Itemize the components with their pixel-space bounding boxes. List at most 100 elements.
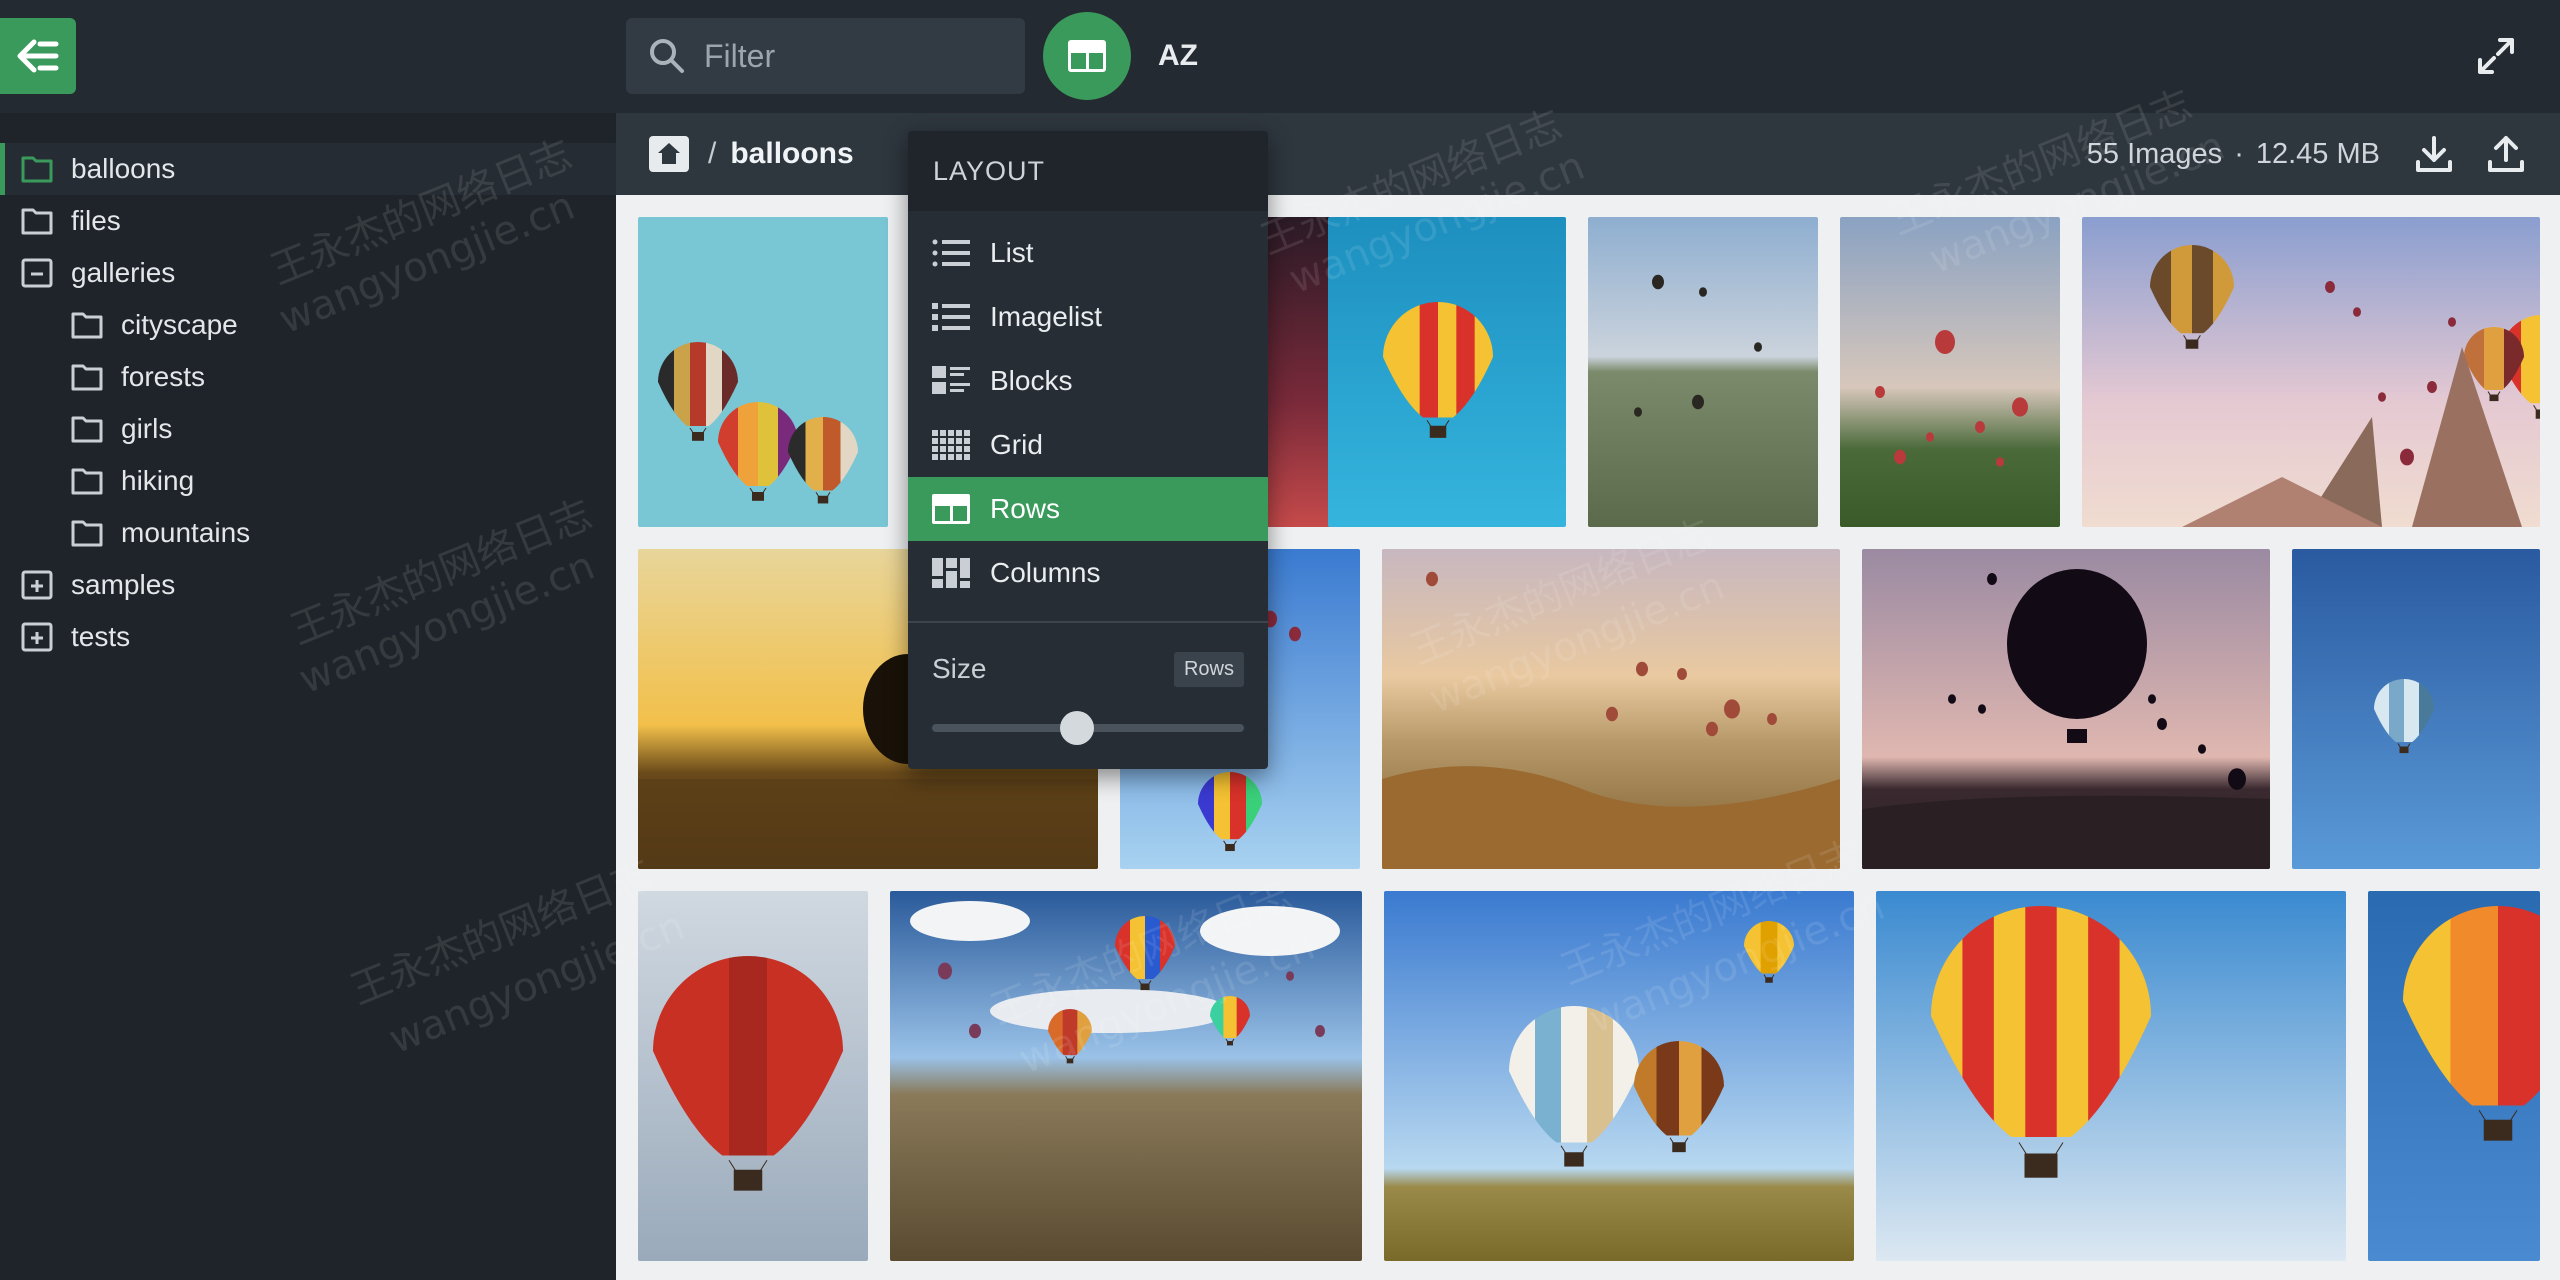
sidebar-item-label: hiking xyxy=(121,465,195,496)
gallery-image[interactable] xyxy=(1384,891,1854,1261)
download-icon xyxy=(2416,136,2452,172)
sidebar-item-samples[interactable]: samples xyxy=(0,559,616,611)
folder-icon xyxy=(17,153,57,185)
home-icon[interactable] xyxy=(648,134,690,174)
layout-option-label: Rows xyxy=(990,493,1061,524)
balloon-photo xyxy=(1862,549,2270,869)
sidebar-item-balloons[interactable]: balloons xyxy=(0,143,616,195)
sidebar-item-label: samples xyxy=(71,569,176,600)
folder-icon xyxy=(67,361,107,393)
list-icon xyxy=(932,238,972,268)
layout-option-list[interactable]: List xyxy=(908,221,1268,285)
layout-option-label: Columns xyxy=(990,557,1101,588)
gallery-image[interactable] xyxy=(1382,549,1840,869)
layout-option-imagelist[interactable]: Imagelist xyxy=(908,285,1268,349)
grid-icon xyxy=(932,430,972,460)
layout-button[interactable] xyxy=(1043,12,1131,100)
sidebar-item-label: mountains xyxy=(121,517,251,548)
layout-option-label: Blocks xyxy=(990,365,1073,396)
arrow-left-menu-icon xyxy=(17,39,59,73)
folder-stats: 55 Images · 12.45 MB xyxy=(2087,113,2380,195)
gallery-image[interactable] xyxy=(638,217,888,527)
balloon-photo xyxy=(1382,549,1840,869)
folder-icon xyxy=(67,517,107,549)
gallery-image[interactable] xyxy=(1862,549,2270,869)
layout-option-label: Imagelist xyxy=(990,301,1103,332)
sort-az-label: AZ xyxy=(1158,39,1198,72)
breadcrumb-separator: / xyxy=(708,137,717,170)
layout-menu-title: LAYOUT xyxy=(908,131,1268,211)
sidebar-item-mountains[interactable]: mountains xyxy=(0,507,616,559)
balloon-photo xyxy=(1840,217,2060,527)
fullscreen-button[interactable] xyxy=(2470,30,2522,82)
imagelist-icon xyxy=(932,302,972,332)
upload-button[interactable] xyxy=(2480,128,2532,180)
gallery-image[interactable] xyxy=(2082,217,2540,527)
gallery-image[interactable] xyxy=(1840,217,2060,527)
folder-icon xyxy=(67,465,107,497)
sidebar-item-files[interactable]: files xyxy=(0,195,616,247)
balloon-photo xyxy=(1876,891,2346,1261)
sidebar-item-forests[interactable]: forests xyxy=(0,351,616,403)
size-slider-handle[interactable] xyxy=(1060,711,1094,745)
balloon-photo xyxy=(1384,891,1854,1261)
sidebar-item-label: galleries xyxy=(71,257,176,288)
breadcrumb-current-folder[interactable]: balloons xyxy=(730,137,853,171)
sidebar-item-hiking[interactable]: hiking xyxy=(0,455,616,507)
folder-icon xyxy=(67,413,107,445)
expand-icon xyxy=(2478,38,2514,74)
folder-plus-icon[interactable] xyxy=(17,569,57,601)
gallery-image[interactable] xyxy=(2292,549,2540,869)
filter-box[interactable] xyxy=(626,18,1025,94)
sidebar-item-label: cityscape xyxy=(121,309,238,340)
sidebar-item-label: girls xyxy=(121,413,173,444)
menu-divider xyxy=(908,621,1268,623)
size-slider[interactable] xyxy=(932,711,1244,745)
download-button[interactable] xyxy=(2408,128,2460,180)
blocks-icon xyxy=(932,366,972,396)
gallery-image[interactable] xyxy=(1876,891,2346,1261)
layout-option-label: List xyxy=(990,237,1034,268)
layout-option-columns[interactable]: Columns xyxy=(908,541,1268,605)
sidebar-item-galleries[interactable]: galleries xyxy=(0,247,616,299)
upload-icon xyxy=(2488,136,2524,172)
filter-input[interactable] xyxy=(704,37,1024,75)
sidebar-item-cityscape[interactable]: cityscape xyxy=(0,299,616,351)
rows-layout-icon xyxy=(1068,40,1106,72)
size-label: Size xyxy=(932,653,987,684)
top-bar: AZ xyxy=(0,0,2560,113)
balloon-photo xyxy=(890,891,1362,1261)
sidebar-item-label: files xyxy=(71,205,121,236)
sidebar-item-tests[interactable]: tests xyxy=(0,611,616,663)
gallery-image[interactable] xyxy=(890,891,1362,1261)
sidebar-item-label: tests xyxy=(71,621,131,652)
sidebar-item-label: balloons xyxy=(71,153,176,184)
search-icon xyxy=(650,39,684,73)
gallery-image[interactable] xyxy=(1588,217,1818,527)
layout-option-blocks[interactable]: Blocks xyxy=(908,349,1268,413)
folder-minus-icon[interactable] xyxy=(17,257,57,289)
balloon-photo xyxy=(1588,217,1818,527)
folder-icon xyxy=(17,205,57,237)
total-size: 12.45 MB xyxy=(2255,137,2380,170)
sidebar-item-girls[interactable]: girls xyxy=(0,403,616,455)
folder-sidebar: balloons files galleries cityscape forests gi… xyxy=(0,113,616,1280)
layout-option-grid[interactable]: Grid xyxy=(908,413,1268,477)
gallery-image[interactable] xyxy=(1328,217,1566,527)
balloon-photo xyxy=(638,891,868,1261)
folder-plus-icon[interactable] xyxy=(17,621,57,653)
balloon-photo xyxy=(2082,217,2540,527)
layout-option-label: Grid xyxy=(990,429,1043,460)
gallery-image[interactable] xyxy=(638,891,868,1261)
gallery-image[interactable] xyxy=(2368,891,2540,1261)
balloon-photo xyxy=(638,217,888,527)
collapse-sidebar-button[interactable] xyxy=(0,18,76,94)
folder-icon xyxy=(67,309,107,341)
layout-option-rows[interactable]: Rows xyxy=(908,477,1268,541)
sort-az-button[interactable]: AZ xyxy=(1150,30,1206,82)
balloon-photo xyxy=(2368,891,2540,1261)
columns-icon xyxy=(932,558,972,588)
file-gallery-app: AZ balloons files galleries cityscape forest… xyxy=(0,0,2560,1280)
layout-menu-list: List Imagelist Blocks Grid Rows Columns xyxy=(908,211,1268,605)
stats-separator: · xyxy=(2234,137,2244,170)
